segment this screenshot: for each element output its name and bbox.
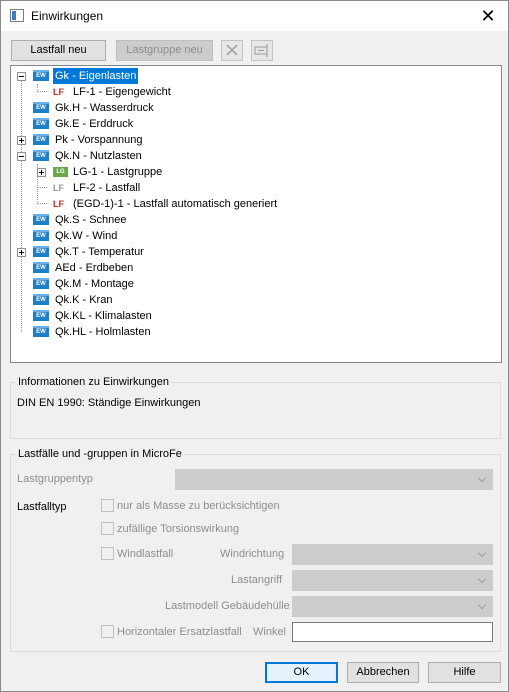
microfe-group-title: Lastfälle und -gruppen in MicroFe xyxy=(16,448,184,460)
actions-tree[interactable]: EW Gk - Eigenlasten LF LF-1 - Eigengewic… xyxy=(10,65,502,363)
chevron-down-icon xyxy=(478,549,486,557)
tree-item-label[interactable]: LF-1 - Eigengewicht xyxy=(71,84,173,100)
angle-input[interactable] xyxy=(292,622,493,642)
ew-icon: EW xyxy=(33,246,49,257)
loadgroup-type-select[interactable] xyxy=(175,469,493,490)
tree-item-label[interactable]: Qk.KL - Klimalasten xyxy=(53,308,154,324)
tree-item-label[interactable]: Gk - Eigenlasten xyxy=(53,68,139,84)
mass-only-label: nur als Masse zu berücksichtigen xyxy=(117,500,280,512)
ew-icon: EW xyxy=(33,134,49,145)
tree-item[interactable]: EW Gk - Eigenlasten xyxy=(11,68,491,84)
ew-icon: EW xyxy=(33,230,49,241)
tree-item[interactable]: EW Qk.HL - Holmlasten xyxy=(11,324,491,340)
tree-item[interactable]: EW Qk.M - Montage xyxy=(11,276,491,292)
window-title: Einwirkungen xyxy=(31,9,104,23)
tree-item[interactable]: EW Gk.E - Erddruck xyxy=(11,116,491,132)
ew-icon: EW xyxy=(33,102,49,113)
loadgroup-icon: LG xyxy=(53,167,68,177)
load-model-label: Lastmodell Gebäudehülle xyxy=(165,600,290,612)
close-icon[interactable]: ✕ xyxy=(478,6,498,26)
window-icon xyxy=(10,9,24,22)
ew-icon: EW xyxy=(33,326,49,337)
loadcase-type-label: Lastfalltyp xyxy=(17,501,67,513)
cancel-button[interactable]: Abbrechen xyxy=(347,662,419,683)
tree-item-label[interactable]: Pk - Vorspannung xyxy=(53,132,144,148)
new-loadgroup-button[interactable]: Lastgruppe neu xyxy=(116,40,213,61)
tree-item[interactable]: EW Pk - Vorspannung xyxy=(11,132,491,148)
ew-icon: EW xyxy=(33,214,49,225)
tree-item-label[interactable]: Qk.T - Temperatur xyxy=(53,244,146,260)
dialog-window: Einwirkungen ✕ Lastfall neu Lastgruppe n… xyxy=(0,0,509,692)
help-button[interactable]: Hilfe xyxy=(428,662,501,683)
ew-icon: EW xyxy=(33,70,49,81)
tree-item-label[interactable]: (EGD-1)-1 - Lastfall automatisch generie… xyxy=(71,196,279,212)
loadgroup-type-label: Lastgruppentyp xyxy=(17,473,93,485)
expand-icon[interactable] xyxy=(17,136,26,145)
tree-item[interactable]: EW Qk.S - Schnee xyxy=(11,212,491,228)
chevron-down-icon xyxy=(478,474,486,482)
tree-item-label[interactable]: Qk.HL - Holmlasten xyxy=(53,324,153,340)
wind-direction-label: Windrichtung xyxy=(220,548,285,560)
load-model-select[interactable] xyxy=(292,596,493,617)
tree-item-label[interactable]: Qk.M - Montage xyxy=(53,276,136,292)
new-loadcase-button[interactable]: Lastfall neu xyxy=(11,40,106,61)
tree-item-label[interactable]: Gk.H - Wasserdruck xyxy=(53,100,156,116)
collapse-icon[interactable] xyxy=(17,72,26,81)
ew-icon: EW xyxy=(33,262,49,273)
angle-label: Winkel xyxy=(253,626,287,638)
tree-item-label[interactable]: Qk.N - Nutzlasten xyxy=(53,148,144,164)
expand-icon[interactable] xyxy=(17,248,26,257)
info-text: DIN EN 1990: Ständige Einwirkungen xyxy=(17,397,201,409)
ew-icon: EW xyxy=(33,150,49,161)
info-group-title: Informationen zu Einwirkungen xyxy=(16,376,172,388)
tree-item-label[interactable]: LF-2 - Lastfall xyxy=(71,180,142,196)
wind-loadcase-checkbox[interactable] xyxy=(101,547,114,560)
ew-icon: EW xyxy=(33,118,49,129)
tree-item-label[interactable]: Qk.S - Schnee xyxy=(53,212,129,228)
torsion-checkbox[interactable] xyxy=(101,522,114,535)
ok-button[interactable]: OK xyxy=(265,662,338,683)
torsion-label: zufällige Torsionswirkung xyxy=(117,523,240,535)
info-group xyxy=(10,382,501,439)
tree-item-label[interactable]: Qk.W - Wind xyxy=(53,228,119,244)
loadcase-generated-icon: LF xyxy=(53,199,64,209)
loadcase-icon: LF xyxy=(53,183,64,193)
tree-item[interactable]: EW Qk.T - Temperatur xyxy=(11,244,491,260)
tree-item-label[interactable]: AEd - Erdbeben xyxy=(53,260,135,276)
tree-item[interactable]: EW Qk.KL - Klimalasten xyxy=(11,308,491,324)
expand-icon[interactable] xyxy=(37,168,46,177)
delete-icon[interactable] xyxy=(221,40,243,61)
tree-item[interactable]: EW AEd - Erdbeben xyxy=(11,260,491,276)
horizontal-substitute-label: Horizontaler Ersatzlastfall xyxy=(117,626,242,638)
title-bar: Einwirkungen ✕ xyxy=(1,1,508,31)
wind-loadcase-label: Windlastfall xyxy=(117,548,174,560)
chevron-down-icon xyxy=(478,575,486,583)
tree-item[interactable]: EW Qk.N - Nutzlasten xyxy=(11,148,491,164)
loadcase-locked-icon: LF xyxy=(53,87,64,97)
mass-only-checkbox[interactable] xyxy=(101,499,114,512)
tree-item[interactable]: LF LF-1 - Eigengewicht xyxy=(11,84,491,100)
tree-item[interactable]: LF LF-2 - Lastfall xyxy=(11,180,491,196)
collapse-icon[interactable] xyxy=(17,152,26,161)
tree-item[interactable]: EW Qk.W - Wind xyxy=(11,228,491,244)
wind-direction-select[interactable] xyxy=(292,544,493,565)
tree-item-label[interactable]: Gk.E - Erddruck xyxy=(53,116,135,132)
ew-icon: EW xyxy=(33,278,49,289)
horizontal-substitute-checkbox[interactable] xyxy=(101,625,114,638)
tree-item-label[interactable]: Qk.K - Kran xyxy=(53,292,114,308)
tree-item-label[interactable]: LG-1 - Lastgruppe xyxy=(71,164,164,180)
tree-item[interactable]: LF (EGD-1)-1 - Lastfall automatisch gene… xyxy=(11,196,491,212)
tree-item[interactable]: EW Qk.K - Kran xyxy=(11,292,491,308)
load-attack-select[interactable] xyxy=(292,570,493,591)
chevron-down-icon xyxy=(478,601,486,609)
tree-item[interactable]: LG LG-1 - Lastgruppe xyxy=(11,164,491,180)
ew-icon: EW xyxy=(33,310,49,321)
ew-icon: EW xyxy=(33,294,49,305)
rename-icon[interactable] xyxy=(251,40,273,61)
load-attack-label: Lastangriff xyxy=(231,574,283,586)
tree-item[interactable]: EW Gk.H - Wasserdruck xyxy=(11,100,491,116)
